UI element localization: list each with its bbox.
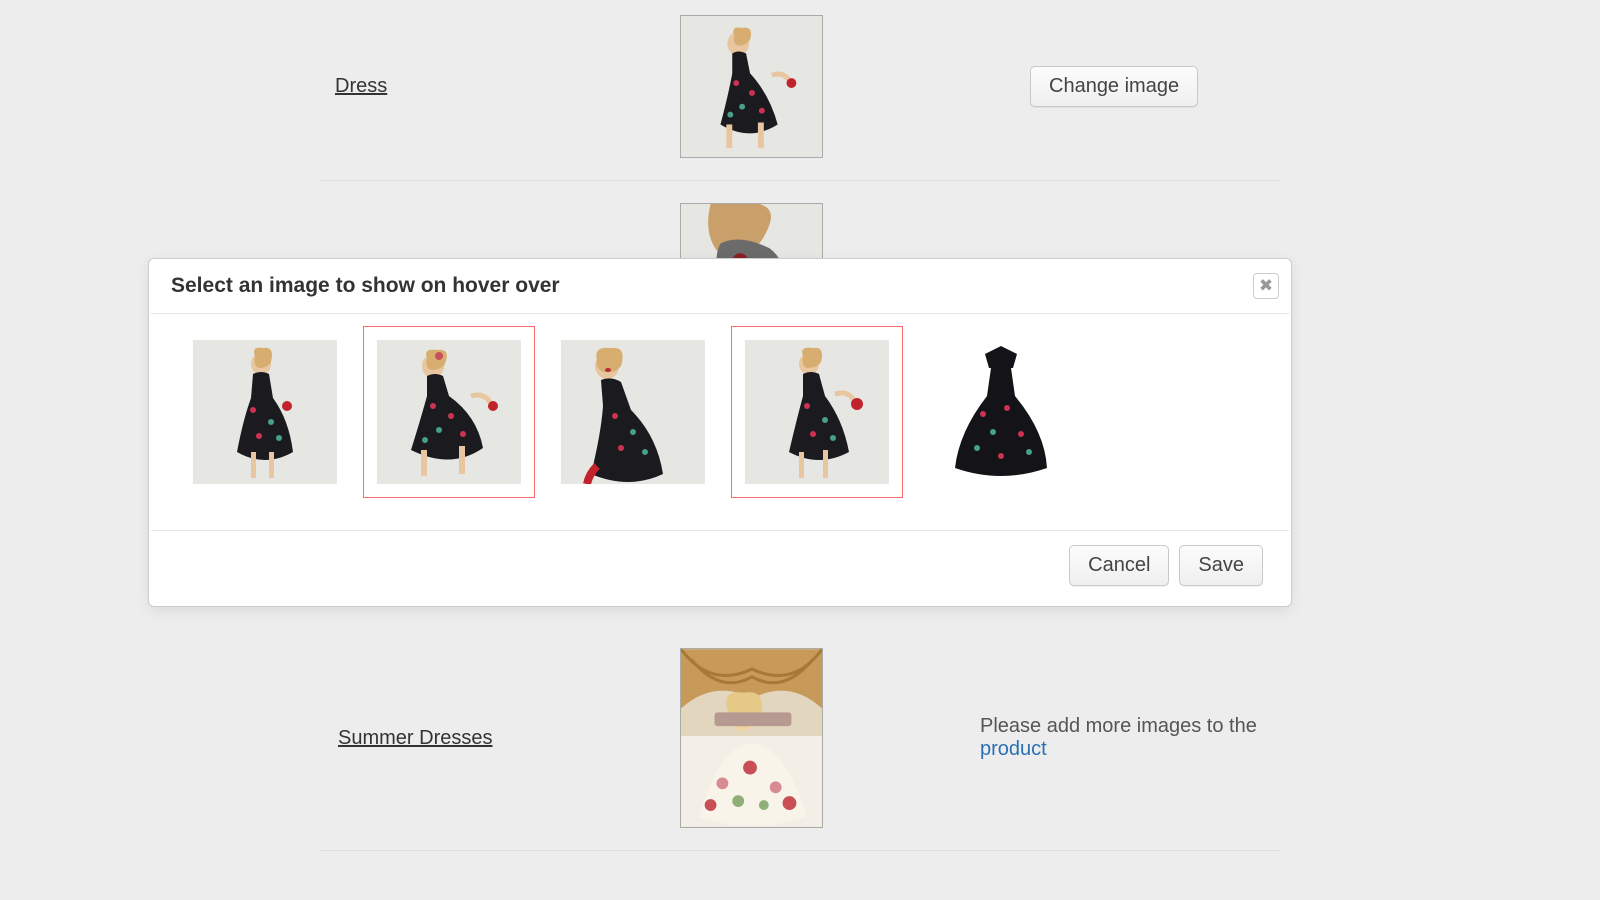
product-image-cell (680, 15, 970, 158)
save-button[interactable]: Save (1179, 545, 1263, 586)
modal-header: Select an image to show on hover over ✖ (149, 259, 1291, 313)
image-option[interactable] (363, 326, 535, 498)
product-row: Dress Change image (320, 15, 1280, 181)
product-action-cell: Change image (970, 66, 1280, 107)
product-thumbnail[interactable] (680, 648, 823, 828)
cancel-button[interactable]: Cancel (1069, 545, 1169, 586)
product-name-cell: Dress (320, 75, 680, 98)
product-link-inline[interactable]: product (980, 738, 1047, 760)
close-icon: ✖ (1259, 276, 1273, 296)
modal-body (151, 313, 1289, 531)
summer-dress-photo (681, 648, 822, 828)
product-action-cell: Please add more images to the product (970, 715, 1280, 761)
dress-photo (681, 15, 822, 158)
image-option-thumb (193, 340, 337, 484)
product-name-cell: Summer Dresses (320, 727, 680, 750)
image-option[interactable] (915, 326, 1087, 498)
image-option[interactable] (547, 326, 719, 498)
image-option[interactable] (731, 326, 903, 498)
modal-footer: Cancel Save (149, 531, 1291, 606)
modal-title: Select an image to show on hover over (171, 274, 560, 298)
image-option-thumb (929, 340, 1073, 484)
image-option[interactable] (179, 326, 351, 498)
product-link-dress[interactable]: Dress (335, 75, 387, 97)
add-images-hint: Please add more images to the product (980, 715, 1280, 761)
hint-text: Please add more images to the (980, 715, 1257, 737)
close-button[interactable]: ✖ (1253, 273, 1279, 299)
image-picker (167, 326, 1273, 498)
product-row: Summer Dresses (320, 648, 1280, 851)
product-link-summer-dresses[interactable]: Summer Dresses (338, 727, 492, 749)
image-option-thumb (745, 340, 889, 484)
select-hover-image-modal: Select an image to show on hover over ✖ (148, 258, 1292, 607)
change-image-button[interactable]: Change image (1030, 66, 1198, 107)
product-image-cell (680, 648, 970, 828)
image-option-thumb (561, 340, 705, 484)
image-option-thumb (377, 340, 521, 484)
product-thumbnail[interactable] (680, 15, 823, 158)
